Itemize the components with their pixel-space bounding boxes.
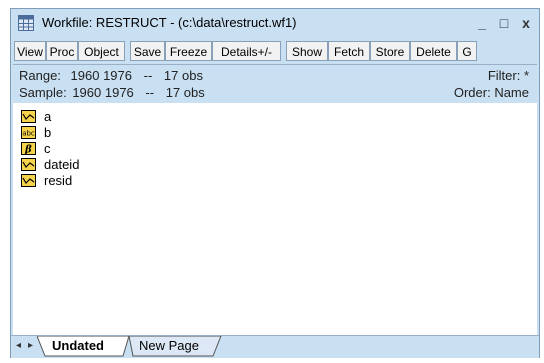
page-tab-bar: ◂ ▸ Undated New Page: [11, 335, 539, 358]
sample-obs: 17 obs: [165, 85, 205, 100]
tab-next-arrow-icon[interactable]: ▸: [28, 340, 33, 351]
store-button[interactable]: Store: [370, 41, 410, 61]
fetch-button[interactable]: Fetch: [328, 41, 370, 61]
window-title: Workfile: RESTRUCT - (c:\data\restruct.w…: [42, 15, 297, 30]
freeze-button[interactable]: Freeze: [165, 41, 212, 61]
sample-label: Sample:: [19, 85, 67, 100]
tab-prev-arrow-icon[interactable]: ◂: [16, 340, 21, 351]
object-list: a abc b β c dateid resid: [21, 109, 79, 189]
list-item[interactable]: abc b: [21, 125, 79, 141]
sample-separator: --: [145, 85, 155, 100]
object-name: a: [44, 109, 52, 124]
series-icon: [21, 110, 36, 123]
sample-line[interactable]: Sample: 1960 1976 -- 17 obs: [19, 85, 205, 100]
genr-button[interactable]: G: [457, 41, 477, 61]
range-obs: 17 obs: [163, 68, 203, 83]
object-button[interactable]: Object: [78, 41, 125, 61]
workfile-icon: [18, 15, 34, 31]
series-icon: [21, 158, 36, 171]
tab-new-page[interactable]: New Page: [139, 336, 199, 356]
list-item[interactable]: dateid: [21, 157, 79, 173]
sample-value: 1960 1976: [72, 85, 134, 100]
object-name: resid: [44, 173, 73, 188]
svg-text:β: β: [24, 145, 32, 156]
workfile-info: Range: 1960 1976 -- 17 obs Sample: 1960 …: [13, 65, 537, 103]
proc-button[interactable]: Proc: [46, 41, 78, 61]
view-button[interactable]: View: [14, 41, 46, 61]
details-button[interactable]: Details+/-: [212, 41, 281, 61]
alpha-icon: abc: [21, 126, 36, 139]
delete-button[interactable]: Delete: [410, 41, 457, 61]
workfile-toolbar: View Proc Object Save Freeze Details+/- …: [14, 41, 538, 63]
range-line[interactable]: Range: 1960 1976 -- 17 obs: [19, 68, 203, 83]
show-button[interactable]: Show: [286, 41, 328, 61]
object-name: c: [44, 141, 51, 156]
maximize-button[interactable]: □: [495, 14, 513, 32]
save-button[interactable]: Save: [130, 41, 165, 61]
minimize-button[interactable]: _: [473, 14, 491, 32]
workfile-window: Workfile: RESTRUCT - (c:\data\restruct.w…: [10, 8, 540, 358]
series-icon: [21, 174, 36, 187]
range-value: 1960 1976: [70, 68, 132, 83]
object-name: dateid: [44, 157, 80, 172]
coef-icon: β: [21, 142, 36, 155]
workfile-content: Range: 1960 1976 -- 17 obs Sample: 1960 …: [13, 64, 537, 337]
list-item[interactable]: β c: [21, 141, 79, 157]
close-button[interactable]: x: [517, 14, 535, 32]
filter-label[interactable]: Filter: *: [488, 68, 529, 83]
title-bar[interactable]: Workfile: RESTRUCT - (c:\data\restruct.w…: [11, 9, 539, 39]
svg-text:abc: abc: [22, 130, 35, 138]
order-label[interactable]: Order: Name: [454, 85, 529, 100]
range-separator: --: [143, 68, 153, 83]
range-label: Range:: [19, 68, 61, 83]
tab-undated[interactable]: Undated: [52, 336, 104, 356]
list-item[interactable]: resid: [21, 173, 79, 189]
list-item[interactable]: a: [21, 109, 79, 125]
object-name: b: [44, 125, 52, 140]
